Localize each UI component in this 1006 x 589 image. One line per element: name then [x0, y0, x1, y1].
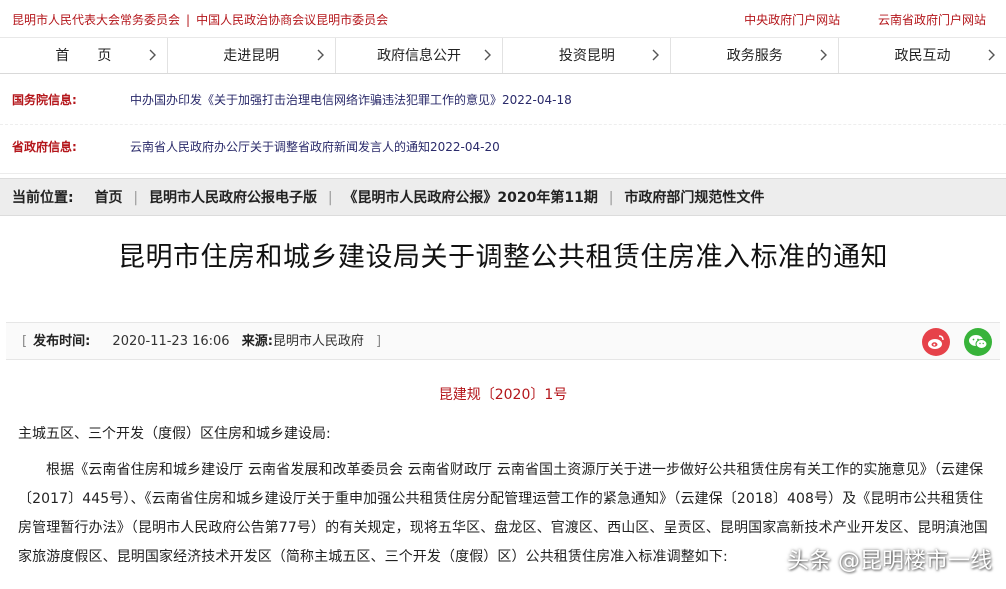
breadcrumb-item-gazette[interactable]: 昆明市人民政府公报电子版 — [149, 190, 317, 206]
news-row-province: 省政府信息: 云南省人民政府办公厅关于调整省政府新闻发言人的通知2022-04-… — [0, 124, 1006, 168]
news-row-state-council: 国务院信息: 中办国办印发《关于加强打击治理电信网络诈骗违法犯罪工作的意见》20… — [0, 78, 1006, 122]
nav-item-interaction[interactable]: 政民互动 — [839, 38, 1006, 73]
nav-item-label: 走进昆明 — [223, 48, 280, 64]
article-addressee: 主城五区、三个开发（度假）区住房和城乡建设局: — [18, 426, 331, 442]
breadcrumb-item-home[interactable]: 首页 — [94, 190, 122, 206]
document-number: 昆建规〔2020〕1号 — [438, 387, 568, 403]
chevron-right-icon — [149, 38, 157, 74]
nav-item-label: 首 页 — [55, 48, 112, 64]
wechat-icon[interactable] — [964, 328, 992, 356]
link-central-gov-portal[interactable]: 中央政府门户网站 — [744, 13, 840, 27]
link-npc-committee[interactable]: 昆明市人民代表大会常务委员会 — [12, 13, 180, 27]
page-title: 昆明市住房和城乡建设局关于调整公共租赁住房准入标准的通知 — [118, 242, 888, 273]
nav-item-label: 政民互动 — [894, 48, 951, 64]
breadcrumb-item-issue[interactable]: 《昆明市人民政府公报》2020年第11期 — [343, 190, 597, 206]
nav-item-gov-info[interactable]: 政府信息公开 — [336, 38, 504, 73]
nav-item-label: 政务服务 — [726, 48, 783, 64]
publish-time: 2020-11-23 16:06 — [112, 334, 230, 349]
article-meta: [ 发布时间: 2020-11-23 16:06 来源:昆明市人民政府] — [16, 323, 387, 361]
source-label: 来源: — [241, 334, 273, 349]
nav-item-label: 政府信息公开 — [377, 48, 462, 64]
main-nav: 首 页 走进昆明 政府信息公开 投资昆明 政务服务 政民互动 — [0, 38, 1006, 74]
chevron-right-icon — [484, 38, 492, 74]
link-yunnan-gov-portal[interactable]: 云南省政府门户网站 — [878, 13, 986, 27]
chevron-right-icon — [820, 38, 828, 74]
nav-item-invest[interactable]: 投资昆明 — [503, 38, 672, 74]
article-meta-bar: [ 发布时间: 2020-11-23 16:06 来源:昆明市人民政府] — [6, 322, 1000, 360]
news-link[interactable]: 中办国办印发《关于加强打击治理电信网络诈骗违法犯罪工作的意见》2022-04-1… — [130, 78, 572, 122]
chevron-right-icon — [988, 38, 996, 74]
link-cppcc-committee[interactable]: 中国人民政治协商会议昆明市委员会 — [196, 13, 388, 27]
top-separator: | — [186, 13, 191, 27]
top-bar: 昆明市人民代表大会常务委员会 | 中国人民政治协商会议昆明市委员会 中央政府门户网站… — [0, 0, 1006, 38]
top-links-right: 中央政府门户网站 云南省政府门户网站 — [710, 11, 986, 28]
nav-item-services[interactable]: 政务服务 — [671, 38, 840, 74]
top-links-left: 昆明市人民代表大会常务委员会 | 中国人民政治协商会议昆明市委员会 — [12, 11, 388, 28]
watermark: 头条 @昆明楼市一线 — [787, 549, 992, 574]
news-label: 省政府信息: — [12, 140, 77, 154]
breadcrumb-separator: | — [133, 190, 139, 206]
meta-bracket: ] — [375, 334, 382, 349]
breadcrumb-lead: 当前位置: — [12, 190, 74, 206]
news-panel: 国务院信息: 中办国办印发《关于加强打击治理电信网络诈骗违法犯罪工作的意见》20… — [0, 78, 1006, 174]
breadcrumb: 当前位置: 首页 | 昆明市人民政府公报电子版 | 《昆明市人民政府公报》202… — [0, 178, 1006, 216]
nav-item-label: 投资昆明 — [558, 48, 615, 64]
nav-item-about-kunming[interactable]: 走进昆明 — [168, 38, 336, 73]
share-icons — [922, 328, 992, 356]
chevron-right-icon — [317, 38, 325, 74]
weibo-icon[interactable] — [922, 328, 950, 356]
breadcrumb-separator: | — [327, 190, 333, 206]
breadcrumb-separator: | — [608, 190, 614, 206]
source-value: 昆明市人民政府 — [272, 334, 364, 349]
news-link[interactable]: 云南省人民政府办公厅关于调整省政府新闻发言人的通知2022-04-20 — [130, 125, 500, 169]
publish-time-label: 发布时间: — [33, 334, 91, 349]
news-label: 国务院信息: — [12, 93, 77, 107]
meta-bracket: [ — [22, 334, 28, 349]
chevron-right-icon — [652, 38, 660, 74]
breadcrumb-item-category[interactable]: 市政府部门规范性文件 — [624, 190, 764, 206]
nav-item-home[interactable]: 首 页 — [0, 38, 168, 73]
